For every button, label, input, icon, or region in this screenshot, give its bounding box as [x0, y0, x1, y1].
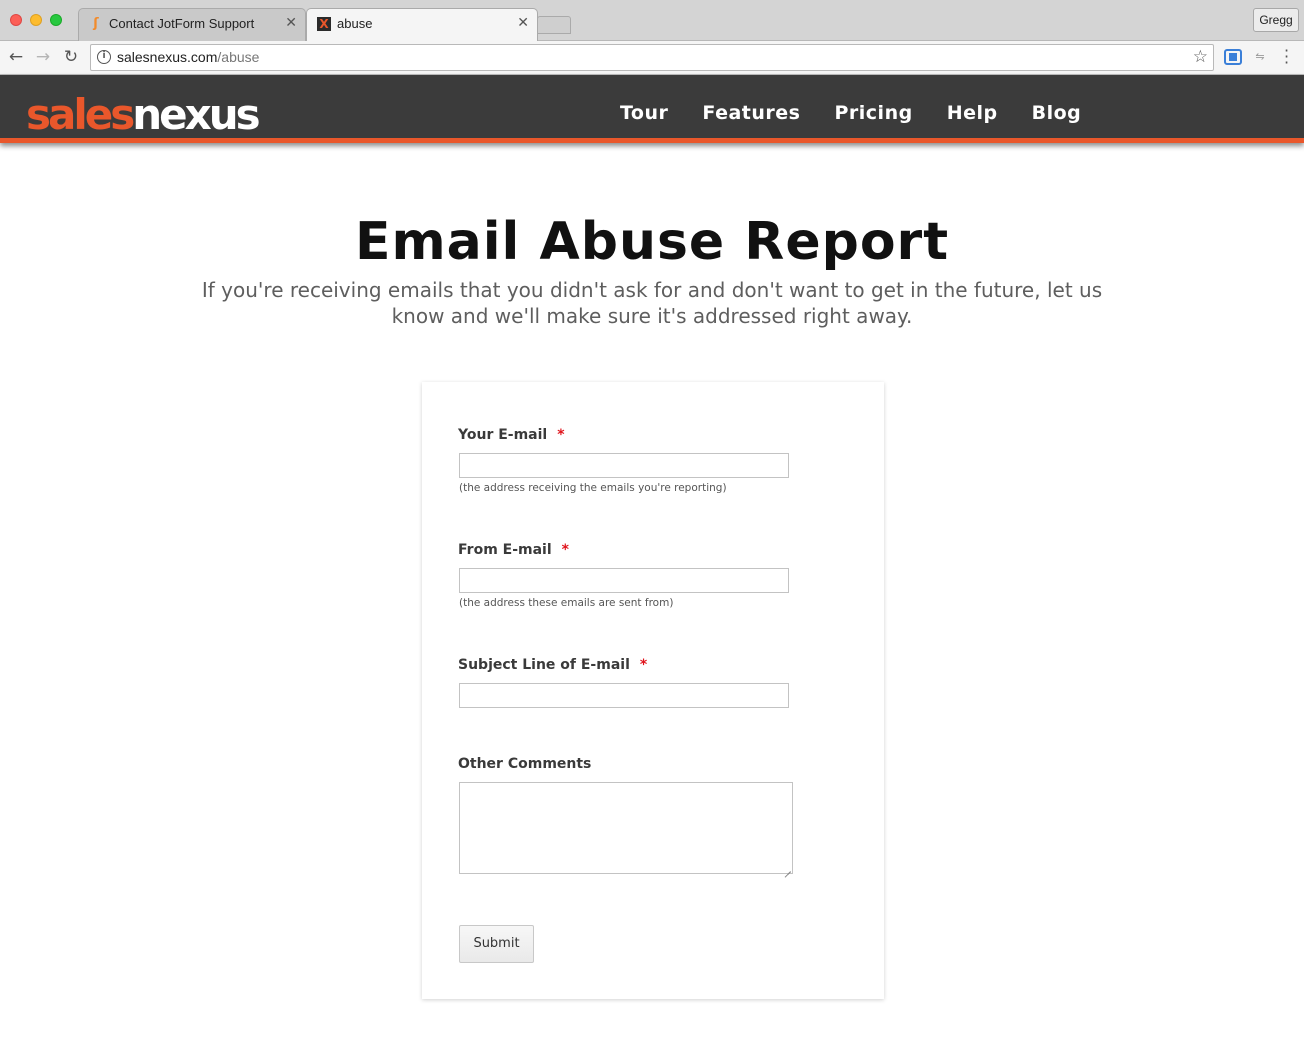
page-title: Email Abuse Report [354, 212, 950, 272]
field-label-text: Subject Line of E-mail [458, 657, 630, 673]
minimize-window-button[interactable] [30, 14, 42, 26]
required-marker: * [639, 657, 648, 673]
tab-strip: ʃ Contact JotForm Support ✕ X abuse ✕ Gr… [0, 0, 1304, 41]
url-text: salesnexus.com/abuse [117, 49, 259, 65]
from-email-hint: (the address these emails are sent from) [459, 597, 674, 609]
submit-button[interactable]: Submit [459, 925, 534, 963]
tab-title: Contact JotForm Support [109, 16, 255, 31]
back-arrow-icon[interactable]: ← [6, 47, 26, 67]
nav-link-pricing[interactable]: Pricing [834, 102, 912, 124]
nav-link-help[interactable]: Help [947, 102, 998, 124]
nav-link-tour[interactable]: Tour [620, 102, 668, 124]
your-email-label: Your E-mail * [458, 427, 565, 443]
other-comments-textarea[interactable] [459, 782, 793, 874]
site-header: salesnexus Tour Features Pricing Help Bl… [0, 75, 1304, 143]
browser-tab-jotform[interactable]: ʃ Contact JotForm Support ✕ [78, 8, 306, 41]
abuse-report-form: Your E-mail * (the address receiving the … [422, 382, 884, 999]
browser-chrome: ʃ Contact JotForm Support ✕ X abuse ✕ Gr… [0, 0, 1304, 75]
info-icon[interactable]: i [97, 50, 111, 64]
from-email-label: From E-mail * [458, 542, 569, 558]
zoom-window-button[interactable] [50, 14, 62, 26]
page-subtitle: If you're receiving emails that you didn… [201, 278, 1103, 328]
salesnexus-logo[interactable]: salesnexus [26, 90, 261, 139]
field-label-text: From E-mail [458, 542, 552, 558]
other-comments-label: Other Comments [458, 756, 592, 772]
new-tab-button[interactable] [537, 16, 571, 34]
resize-handle-icon[interactable] [783, 864, 791, 872]
subject-line-input[interactable] [459, 683, 789, 708]
required-marker: * [557, 427, 565, 443]
field-label-text: Your E-mail [458, 427, 548, 443]
required-marker: * [561, 542, 569, 558]
nav-link-features[interactable]: Features [702, 102, 800, 124]
profile-button[interactable]: Gregg [1253, 8, 1299, 32]
your-email-input[interactable] [459, 453, 789, 478]
browser-menu-icon[interactable]: · · · [1284, 43, 1290, 71]
extension-icon[interactable] [1224, 49, 1242, 65]
url-path: /abuse [217, 49, 260, 65]
close-window-button[interactable] [10, 14, 22, 26]
close-tab-icon[interactable]: ✕ [285, 15, 297, 31]
salesnexus-favicon-icon: X [317, 17, 331, 31]
close-tab-icon[interactable]: ✕ [517, 15, 529, 31]
forward-arrow-icon[interactable]: → [33, 47, 53, 67]
site-nav: Tour Features Pricing Help Blog [620, 102, 1115, 124]
reload-icon[interactable]: ↻ [61, 47, 81, 67]
tab-title: abuse [337, 16, 373, 31]
your-email-hint: (the address receiving the emails you're… [459, 482, 727, 494]
subject-line-label: Subject Line of E-mail * [458, 657, 647, 673]
url-domain: salesnexus.com [117, 49, 218, 65]
logo-nexus: nexus [132, 90, 260, 139]
bookmark-star-icon[interactable]: ☆ [1193, 47, 1208, 67]
logo-sales: sales [26, 90, 135, 139]
browser-tab-abuse[interactable]: X abuse ✕ [306, 8, 538, 41]
jotform-favicon-icon: ʃ [93, 16, 99, 31]
extension-icon[interactable]: ⇋ [1251, 49, 1269, 65]
address-bar[interactable]: i salesnexus.com/abuse ☆ [90, 44, 1214, 71]
browser-toolbar: ← → ↻ i salesnexus.com/abuse ☆ ⇋ · · · [0, 41, 1304, 75]
nav-link-blog[interactable]: Blog [1032, 102, 1082, 124]
from-email-input[interactable] [459, 568, 789, 593]
